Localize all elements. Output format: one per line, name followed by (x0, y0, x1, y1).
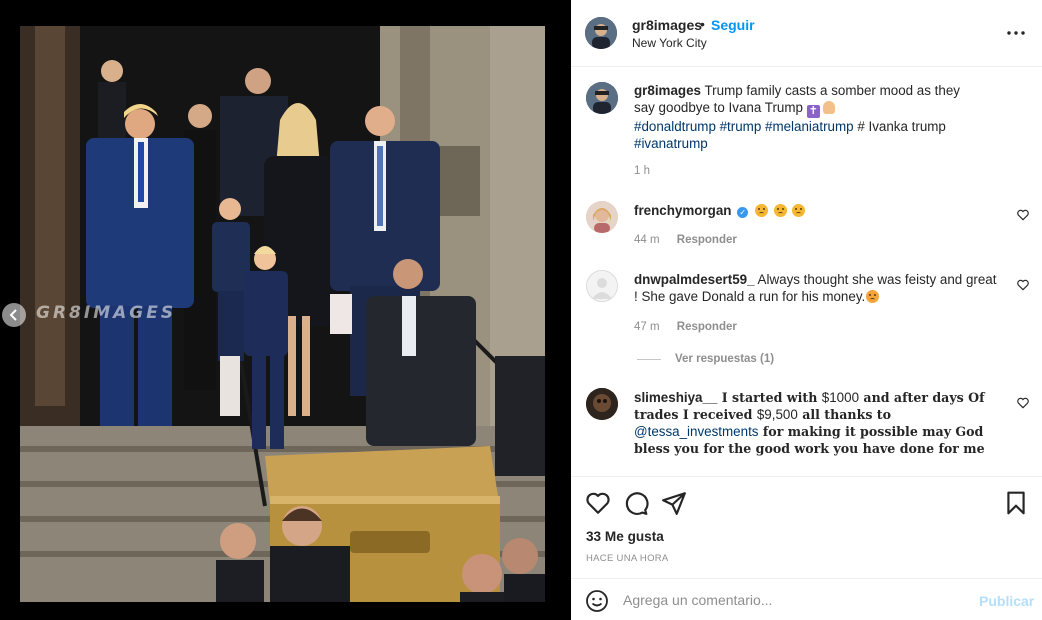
post-actions: 33 Me gusta HACE UNA HORA (571, 476, 1042, 578)
reply-button[interactable]: Responder (677, 234, 737, 246)
sad-face-emoji (792, 204, 806, 217)
comment-text: frenchymorgan ✓ (634, 202, 1004, 219)
comment-text: slimeshiya__ I started with $1000 and af… (634, 389, 1006, 457)
likes-label: Me gusta (604, 529, 664, 544)
share-icon[interactable] (661, 490, 687, 516)
sad-face-emoji (773, 204, 787, 217)
instagram-post-modal: GR8IMAGES gr8images • Seguir New York Ci… (0, 0, 1042, 620)
post-header: gr8images • Seguir New York City (571, 0, 1042, 67)
photo-watermark: GR8IMAGES (36, 303, 177, 323)
praying-emoji (822, 101, 835, 114)
comment-meta: 44 m Responder (634, 234, 751, 246)
caption-hashtags[interactable]: #donaldtrump #trump #melaniatrump (634, 119, 854, 134)
caption-time: 1 h (634, 165, 650, 177)
reply-button[interactable]: Responder (677, 321, 737, 333)
add-comment-bar: Publicar (571, 578, 1042, 620)
heart-icon[interactable] (1016, 396, 1030, 410)
comment-amount-b: $9,500 (756, 407, 798, 422)
media-pane: GR8IMAGES (0, 0, 571, 620)
author-username[interactable]: gr8images (632, 17, 702, 33)
likes-count[interactable]: 33 Me gusta (586, 529, 664, 544)
comment-text: dnwpalmdesert59_ Always thought she was … (634, 271, 999, 305)
bookmark-icon[interactable] (1003, 490, 1029, 516)
blushing-face-emoji (866, 290, 880, 303)
latin-cross-emoji: ✝ (806, 105, 820, 118)
comment-body-a: I started with (721, 390, 818, 405)
publish-button[interactable]: Publicar (979, 593, 1034, 609)
comment-avatar[interactable] (586, 270, 618, 302)
comment-avatar[interactable] (586, 388, 618, 420)
previous-arrow[interactable] (2, 303, 26, 327)
caption-hashtag-last[interactable]: #ivanatrump (634, 136, 708, 151)
view-replies-line (637, 359, 661, 360)
caption-text: gr8images Trump family casts a somber mo… (634, 82, 979, 152)
more-horizontal-icon (1007, 31, 1025, 35)
post-time-ago: HACE UNA HORA (586, 553, 669, 564)
avatar-image (586, 82, 618, 114)
comment-meta: 47 m Responder (634, 321, 751, 333)
heart-icon[interactable] (1016, 208, 1030, 222)
comment-icon[interactable] (623, 490, 649, 516)
comment-username[interactable]: frenchymorgan (634, 203, 731, 218)
post-location[interactable]: New York City (632, 36, 707, 50)
comment-time: 47 m (634, 321, 660, 333)
comment-body-c: all thanks to (802, 407, 892, 422)
caption-avatar[interactable] (586, 82, 618, 114)
chevron-left-icon (9, 309, 17, 321)
sad-face-emoji (754, 204, 768, 217)
avatar-image (585, 17, 617, 49)
comment-username[interactable]: dnwpalmdesert59_ (634, 272, 755, 287)
comments-list[interactable]: gr8images Trump family casts a somber mo… (571, 67, 1042, 476)
follow-button[interactable]: Seguir (711, 17, 755, 33)
comment-mention[interactable]: @tessa_investments (634, 424, 759, 439)
comment-username[interactable]: slimeshiya__ (634, 390, 717, 405)
view-replies-button[interactable]: Ver respuestas (1) (675, 353, 774, 365)
post-details-panel: gr8images • Seguir New York City gr8imag… (571, 0, 1042, 620)
comment-input[interactable] (623, 590, 963, 610)
heart-icon[interactable] (1016, 278, 1030, 292)
avatar-image (586, 388, 618, 420)
default-avatar-icon (587, 271, 617, 301)
emoji-icon[interactable] (585, 589, 609, 613)
header-separator: • (700, 16, 705, 32)
more-options-button[interactable] (1004, 23, 1028, 43)
author-avatar[interactable] (585, 17, 617, 49)
likes-number: 33 (586, 529, 602, 544)
comment-time: 44 m (634, 234, 660, 246)
caption-hashtag-extra: # Ivanka trump (857, 119, 946, 134)
verified-badge-icon: ✓ (737, 207, 749, 218)
heart-icon[interactable] (585, 490, 611, 516)
caption-meta: 1 h (634, 165, 664, 177)
comment-avatar[interactable] (586, 201, 618, 233)
avatar-image (586, 201, 618, 233)
comment-amount-a: $1000 (821, 390, 860, 405)
caption-username[interactable]: gr8images (634, 83, 701, 98)
